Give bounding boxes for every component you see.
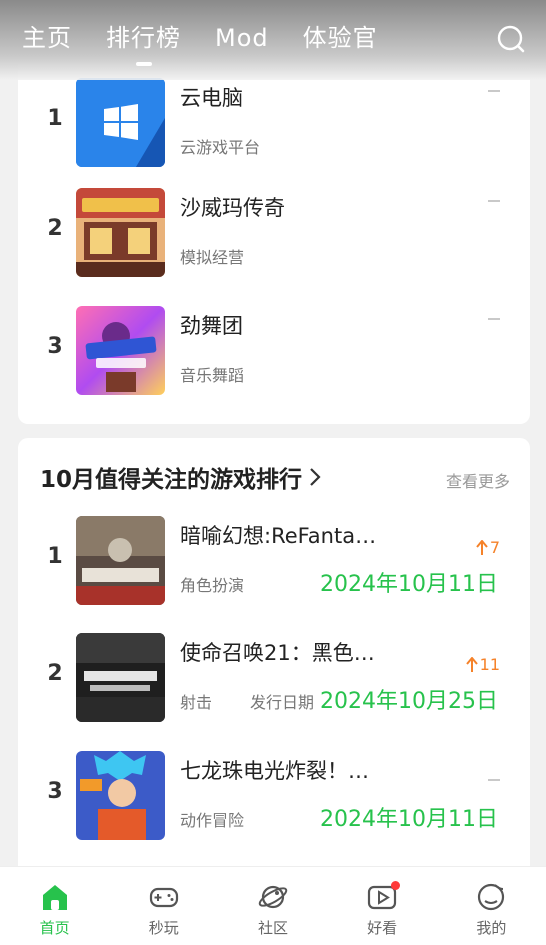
rank-up-indicator: 11 bbox=[465, 655, 500, 674]
tab-home[interactable]: 主页 bbox=[22, 22, 72, 54]
release-date: 2024年10月11日 bbox=[320, 572, 498, 597]
list-item[interactable]: 3 劲舞团 音乐舞蹈 bbox=[18, 306, 530, 396]
release-date-label: 发行日期 bbox=[250, 693, 315, 712]
nav-instant-play[interactable]: 秒玩 bbox=[124, 867, 204, 945]
game-genre: 云游戏平台 bbox=[180, 138, 261, 157]
list-item[interactable]: 2 沙威玛传奇 模拟经营 bbox=[18, 188, 530, 278]
tab-mod[interactable]: Mod bbox=[215, 22, 269, 54]
rank-number: 1 bbox=[47, 544, 63, 569]
game-name: 暗喻幻想:ReFanta… bbox=[180, 524, 377, 548]
rank-number: 3 bbox=[47, 779, 63, 804]
chevron-right-icon bbox=[310, 468, 321, 486]
arrow-up-icon bbox=[465, 656, 478, 672]
rank-up-indicator: 7 bbox=[476, 538, 500, 557]
nav-community[interactable]: 社区 bbox=[233, 867, 313, 945]
section-title[interactable]: 10月值得关注的游戏排行 bbox=[40, 460, 322, 494]
game-name: 沙威玛传奇 bbox=[180, 196, 285, 220]
section-title-text: 10月值得关注的游戏排行 bbox=[40, 467, 303, 493]
game-genre: 角色扮演 bbox=[180, 576, 245, 595]
no-change-indicator bbox=[488, 90, 500, 92]
nav-label: 首页 bbox=[39, 919, 70, 937]
top-header: 主页 排行榜 Mod 体验官 bbox=[0, 0, 546, 80]
nav-label: 好看 bbox=[367, 919, 398, 937]
no-change-indicator bbox=[488, 200, 500, 202]
monthly-ranking-card: 10月值得关注的游戏排行 查看更多 1 暗喻幻想:ReFanta… 角色扮演 7 bbox=[18, 438, 530, 878]
nav-label: 社区 bbox=[257, 919, 288, 937]
list-item[interactable]: 3 七龙珠电光炸裂！… 动作冒险 2024年10月11日 bbox=[18, 751, 530, 841]
nav-profile[interactable]: 我的 bbox=[451, 867, 531, 945]
top-tabs: 主页 排行榜 Mod 体验官 bbox=[22, 22, 378, 54]
game-name: 劲舞团 bbox=[180, 314, 243, 338]
game-thumbnail-shawarma-legend bbox=[76, 188, 165, 277]
list-item[interactable]: 1 暗喻幻想:ReFanta… 角色扮演 7 2024年10月11日 bbox=[18, 516, 530, 606]
gamepad-icon bbox=[149, 887, 178, 908]
ranking-list-card: 1 云电脑 云游戏平台 2 沙威玛传奇 模拟经营 3 劲舞团 音乐舞蹈 bbox=[18, 62, 530, 424]
nav-watch[interactable]: 好看 bbox=[342, 867, 422, 945]
profile-icon bbox=[478, 883, 505, 911]
release-date: 2024年10月11日 bbox=[320, 807, 498, 832]
game-thumbnail-audition bbox=[76, 306, 165, 395]
search-icon[interactable] bbox=[496, 24, 526, 54]
tab-ranking[interactable]: 排行榜 bbox=[106, 22, 181, 54]
nav-label: 秒玩 bbox=[148, 919, 179, 937]
tab-experience-officer[interactable]: 体验官 bbox=[303, 22, 378, 54]
rank-change-value: 11 bbox=[479, 655, 500, 674]
bottom-navigation: 首页 秒玩 社区 好看 我的 bbox=[0, 866, 546, 945]
home-icon bbox=[42, 885, 67, 910]
rank-number: 3 bbox=[47, 334, 63, 359]
game-genre: 动作冒险 bbox=[180, 811, 245, 830]
planet-icon bbox=[258, 885, 288, 909]
game-thumbnail-call-of-duty bbox=[76, 633, 165, 722]
notification-dot bbox=[391, 881, 401, 890]
see-more-link[interactable]: 查看更多 bbox=[446, 468, 510, 492]
game-genre: 音乐舞蹈 bbox=[180, 366, 245, 385]
game-thumbnail-cloud-pc bbox=[76, 78, 165, 167]
arrow-up-icon bbox=[476, 539, 488, 555]
game-thumbnail-dragon-ball bbox=[76, 751, 165, 840]
rank-number: 1 bbox=[47, 106, 63, 131]
release-date: 2024年10月25日 bbox=[320, 689, 498, 714]
game-thumbnail-metaphor bbox=[76, 516, 165, 605]
nav-home[interactable]: 首页 bbox=[15, 867, 95, 945]
rank-number: 2 bbox=[47, 661, 63, 686]
game-name: 云电脑 bbox=[180, 86, 243, 110]
rank-number: 2 bbox=[47, 216, 63, 241]
rank-change-value: 7 bbox=[489, 538, 500, 557]
no-change-indicator bbox=[488, 318, 500, 320]
game-genre: 射击 bbox=[180, 693, 213, 712]
game-genre: 模拟经营 bbox=[180, 248, 245, 267]
no-change-indicator bbox=[488, 779, 500, 781]
game-name: 使命召唤21：黑色… bbox=[180, 641, 375, 665]
nav-label: 我的 bbox=[476, 919, 507, 937]
list-item[interactable]: 2 使命召唤21：黑色… 射击 发行日期 11 2024年10月25日 bbox=[18, 633, 530, 723]
list-item[interactable]: 1 云电脑 云游戏平台 bbox=[18, 78, 530, 168]
game-name: 七龙珠电光炸裂！… bbox=[180, 759, 369, 783]
